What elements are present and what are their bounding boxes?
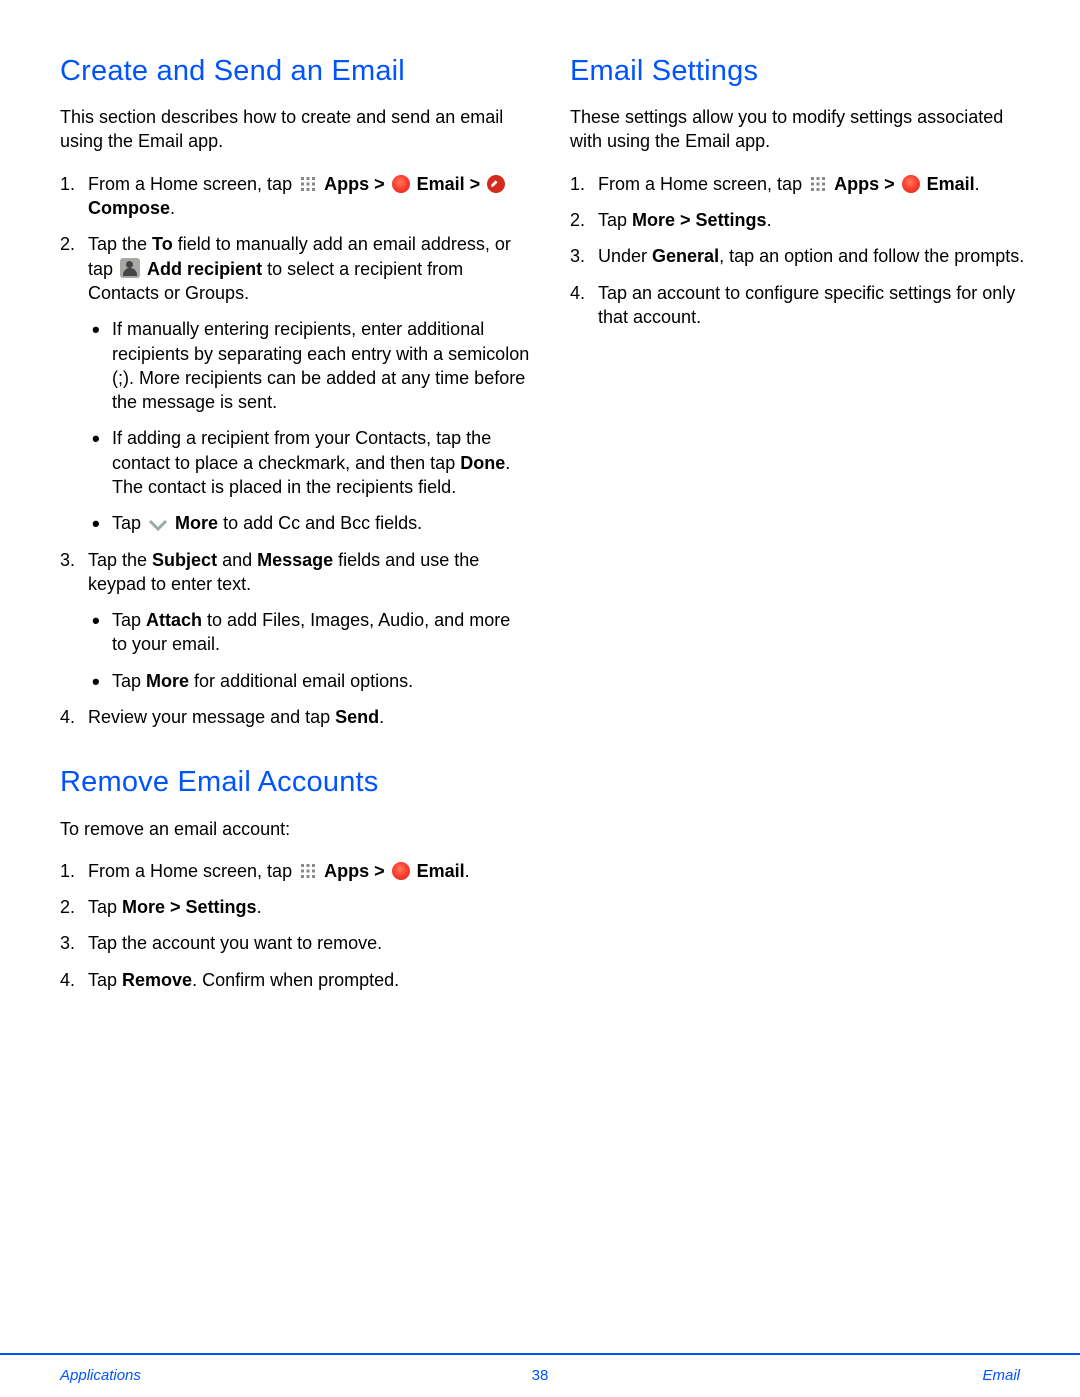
settings-steps: From a Home screen, tap Apps > Email.	[570, 172, 1040, 329]
bold-compose: Compose	[88, 198, 170, 218]
chevron-down-icon	[148, 518, 168, 532]
bold-apps: Apps	[324, 174, 369, 194]
apps-icon	[299, 175, 317, 193]
bold-add-recipient: Add recipient	[147, 259, 262, 279]
create-steps: From a Home screen, tap Apps > Email >	[60, 172, 530, 730]
bold-general: General	[652, 246, 719, 266]
bullet: Tap More for additional email options.	[88, 669, 530, 693]
bold-apps: Apps	[324, 861, 369, 881]
text: . Confirm when prompted.	[192, 970, 399, 990]
text: and	[217, 550, 257, 570]
footer-left: Applications	[60, 1366, 141, 1386]
text: for additional email options.	[189, 671, 413, 691]
page-number: 38	[532, 1366, 549, 1386]
text: From a Home screen, tap	[598, 174, 807, 194]
text: Under	[598, 246, 652, 266]
heading-remove: Remove Email Accounts	[60, 763, 530, 802]
text: to select a recipient from Contacts or G…	[88, 259, 463, 303]
text: From a Home screen, tap	[88, 174, 297, 194]
create-step-1: From a Home screen, tap Apps > Email >	[60, 172, 530, 221]
bold-email: Email	[417, 174, 465, 194]
text: .	[465, 861, 470, 881]
compose-icon	[487, 175, 505, 193]
bold-more: More	[175, 513, 218, 533]
right-column: Email Settings These settings allow you …	[570, 52, 1040, 1026]
settings-step-3: Under General, tap an option and follow …	[570, 244, 1040, 268]
page-footer: Applications 38 Email	[0, 1353, 1080, 1397]
text: From a Home screen, tap	[88, 861, 297, 881]
remove-step-2: Tap More > Settings.	[60, 895, 530, 919]
settings-step-2: Tap More > Settings.	[570, 208, 1040, 232]
text: Tap	[88, 897, 122, 917]
text: Tap	[112, 513, 146, 533]
bold-to: To	[152, 234, 173, 254]
bold-more-settings: More > Settings	[122, 897, 257, 917]
section-remove-accounts: Remove Email Accounts To remove an email…	[60, 763, 530, 992]
bold-done: Done	[460, 453, 505, 473]
remove-step-3: Tap the account you want to remove.	[60, 931, 530, 955]
text: , tap an option and follow the prompts.	[719, 246, 1024, 266]
settings-step-1: From a Home screen, tap Apps > Email.	[570, 172, 1040, 196]
bold-email: Email	[927, 174, 975, 194]
bold-subject: Subject	[152, 550, 217, 570]
page-content: Create and Send an Email This section de…	[0, 0, 1080, 1026]
bold-message: Message	[257, 550, 333, 570]
footer-right: Email	[982, 1366, 1020, 1386]
bullet: If adding a recipient from your Contacts…	[88, 426, 530, 499]
bold-remove: Remove	[122, 970, 192, 990]
add-recipient-icon	[120, 258, 140, 278]
create-step-2-bullets: If manually entering recipients, enter a…	[88, 317, 530, 535]
heading-settings: Email Settings	[570, 52, 1040, 91]
section-create-send: Create and Send an Email This section de…	[60, 52, 530, 729]
bold-more-settings: More > Settings	[632, 210, 767, 230]
text: .	[170, 198, 175, 218]
text: Tap	[112, 610, 146, 630]
sep: >	[369, 861, 390, 881]
email-icon	[902, 175, 920, 193]
heading-create-send: Create and Send an Email	[60, 52, 530, 91]
sep: >	[465, 174, 486, 194]
remove-steps: From a Home screen, tap Apps > Email.	[60, 859, 530, 992]
intro-settings: These settings allow you to modify setti…	[570, 105, 1040, 154]
email-icon	[392, 862, 410, 880]
email-icon	[392, 175, 410, 193]
left-column: Create and Send an Email This section de…	[60, 52, 530, 1026]
create-step-2: Tap the To field to manually add an emai…	[60, 232, 530, 535]
intro-remove: To remove an email account:	[60, 817, 530, 841]
text: If adding a recipient from your Contacts…	[112, 428, 491, 472]
text: Tap	[88, 970, 122, 990]
text: Review your message and tap	[88, 707, 335, 727]
text: Tap the	[88, 234, 152, 254]
intro-create-send: This section describes how to create and…	[60, 105, 530, 154]
remove-step-1: From a Home screen, tap Apps > Email.	[60, 859, 530, 883]
text: .	[767, 210, 772, 230]
apps-icon	[299, 862, 317, 880]
text: Tap the	[88, 550, 152, 570]
sep: >	[369, 174, 390, 194]
create-step-4: Review your message and tap Send.	[60, 705, 530, 729]
bullet: Tap More to add Cc and Bcc fields.	[88, 511, 530, 535]
text: .	[975, 174, 980, 194]
apps-icon	[809, 175, 827, 193]
settings-step-4: Tap an account to configure specific set…	[570, 281, 1040, 330]
bold-attach: Attach	[146, 610, 202, 630]
sep: >	[879, 174, 900, 194]
bold-more: More	[146, 671, 189, 691]
create-step-3-bullets: Tap Attach to add Files, Images, Audio, …	[88, 608, 530, 693]
bold-apps: Apps	[834, 174, 879, 194]
text: .	[257, 897, 262, 917]
text: .	[379, 707, 384, 727]
bullet: Tap Attach to add Files, Images, Audio, …	[88, 608, 530, 657]
section-email-settings: Email Settings These settings allow you …	[570, 52, 1040, 329]
create-step-3: Tap the Subject and Message fields and u…	[60, 548, 530, 693]
remove-step-4: Tap Remove. Confirm when prompted.	[60, 968, 530, 992]
bullet: If manually entering recipients, enter a…	[88, 317, 530, 414]
text: to add Cc and Bcc fields.	[218, 513, 422, 533]
text: Tap	[598, 210, 632, 230]
bold-send: Send	[335, 707, 379, 727]
bold-email: Email	[417, 861, 465, 881]
text: Tap	[112, 671, 146, 691]
